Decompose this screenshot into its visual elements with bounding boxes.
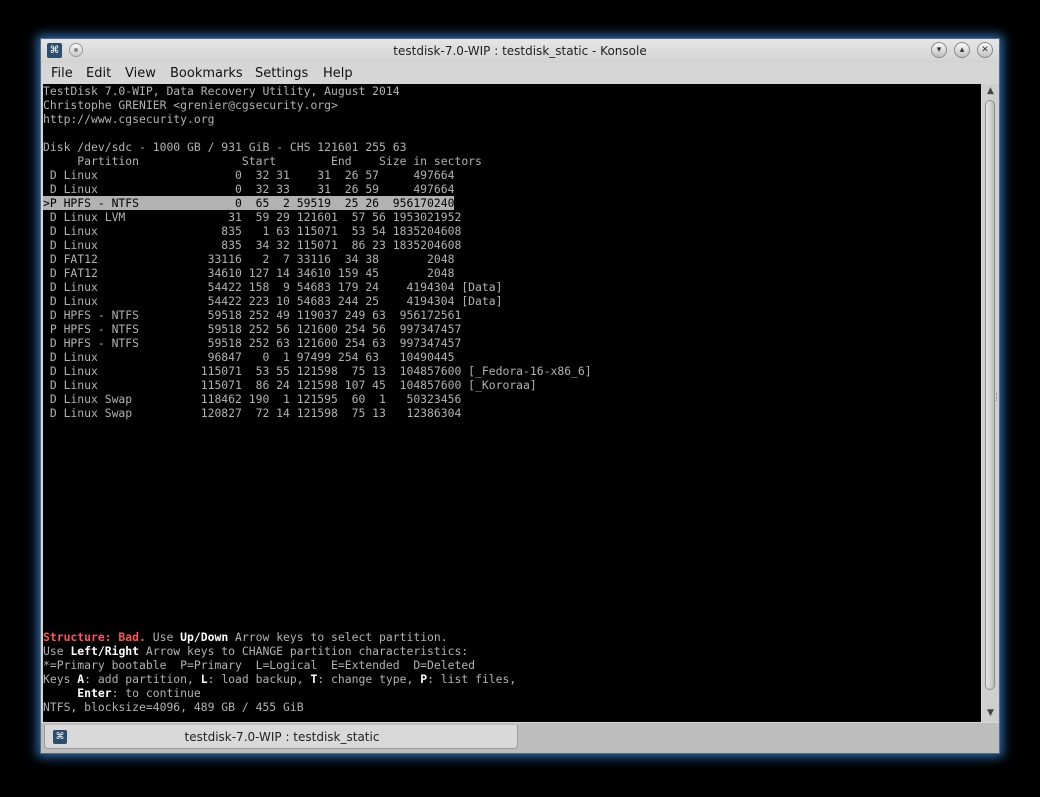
partition-row[interactable]: D Linux 0 32 31 31 26 57 497664 [43,168,455,182]
partition-row[interactable]: D Linux 96847 0 1 97499 254 63 10490445 [43,350,455,364]
footer-text: Arrow keys to select partition. [228,630,448,644]
scrollbar-thumb[interactable] [985,100,995,690]
partition-row[interactable]: D Linux 54422 158 9 54683 179 24 4194304… [43,280,503,294]
chevron-down-icon[interactable]: ▾ [931,42,947,58]
title-bar[interactable]: ⌘ testdisk-7.0-WIP : testdisk_static - K… [41,39,999,63]
menu-file[interactable]: File [51,63,73,84]
chevron-up-icon[interactable]: ▴ [954,42,970,58]
tab-label: testdisk-7.0-WIP : testdisk_static [184,730,380,744]
scroll-up-icon[interactable]: ▲ [983,84,998,98]
partition-row[interactable]: P HPFS - NTFS 59518 252 56 121600 254 56… [43,322,461,336]
partition-row[interactable]: D Linux 835 34 32 115071 86 23 183520460… [43,238,461,252]
window-title: testdisk-7.0-WIP : testdisk_static - Kon… [393,44,647,58]
terminal-view[interactable]: TestDisk 7.0-WIP, Data Recovery Utility,… [43,84,981,722]
key-hint: Up/Down [180,630,229,644]
footer-indent [43,686,77,700]
partition-row[interactable]: D Linux 0 32 33 31 26 59 497664 [43,182,455,196]
partition-row[interactable]: D Linux 115071 53 55 121598 75 13 104857… [43,364,592,378]
partition-row[interactable]: D Linux Swap 120827 72 14 121598 75 13 1… [43,406,461,420]
tab-session[interactable]: ⌘ testdisk-7.0-WIP : testdisk_static [44,725,518,749]
footer-change-line: Use Left/Right Arrow keys to CHANGE part… [43,644,468,658]
scroll-down-icon[interactable]: ▼ [983,706,998,720]
resize-grip[interactable] [996,393,1000,401]
header-line-author: Christophe GRENIER <grenier@cgsecurity.o… [43,98,338,112]
header-line-url: http://www.cgsecurity.org [43,112,215,126]
footer-text: : add partition, [84,672,201,686]
tab-bar: ⌘ testdisk-7.0-WIP : testdisk_static [41,723,999,753]
partition-row-selected[interactable]: >P HPFS - NTFS 0 65 2 59519 25 26 956170… [43,196,455,210]
footer-text: Use [43,644,71,658]
footer-structure-line: Structure: Bad. Use Up/Down Arrow keys t… [43,630,448,644]
key-hint: L [200,672,208,686]
menu-edit[interactable]: Edit [86,63,111,84]
footer-text: : change type, [317,672,421,686]
konsole-window: ⌘ testdisk-7.0-WIP : testdisk_static - K… [40,38,1000,754]
partition-row[interactable]: D HPFS - NTFS 59518 252 49 119037 249 63… [43,308,461,322]
menu-bar: File Edit View Bookmarks Settings Help [41,63,999,84]
footer-text: Keys [43,672,78,686]
header-line-title: TestDisk 7.0-WIP, Data Recovery Utility,… [43,84,400,98]
partition-row[interactable]: D Linux 835 1 63 115071 53 54 1835204608 [43,224,461,238]
partition-row[interactable]: D Linux 54422 223 10 54683 244 25 419430… [43,294,503,308]
column-header: Partition Start End Size in sectors [43,154,482,168]
footer-text: : to continue [111,686,201,700]
menu-bookmarks[interactable]: Bookmarks [170,63,243,84]
partition-row[interactable]: D Linux 115071 86 24 121598 107 45 10485… [43,378,537,392]
footer-keys-line: Keys A: add partition, L: load backup, T… [43,672,516,686]
key-hint: Enter [77,686,112,700]
vertical-scrollbar[interactable]: ▲ ▼ [982,84,999,722]
footer-legend-line: *=Primary bootable P=Primary L=Logical E… [43,658,476,672]
structure-status: Structure: Bad. [43,630,146,644]
footer-text: : list files, [427,672,517,686]
footer-text: : load backup, [207,672,311,686]
key-hint: Left/Right [70,644,140,658]
footer-enter-line: Enter: to continue [43,686,201,700]
partition-row[interactable]: D Linux LVM 31 59 29 121601 57 56 195302… [43,210,461,224]
partition-row[interactable]: D Linux Swap 118462 190 1 121595 60 1 50… [43,392,461,406]
partition-row[interactable]: D FAT12 34610 127 14 34610 159 45 2048 [43,266,455,280]
partition-row[interactable]: D HPFS - NTFS 59518 252 63 121600 254 63… [43,336,461,350]
footer-text: Arrow keys to CHANGE partition character… [139,644,469,658]
menu-help[interactable]: Help [323,63,353,84]
partition-row[interactable]: D FAT12 33116 2 7 33116 34 38 2048 [43,252,455,266]
footer-text: Use [145,630,181,644]
close-icon[interactable]: ✕ [977,42,993,58]
menu-view[interactable]: View [125,63,156,84]
menu-settings[interactable]: Settings [255,63,308,84]
footer-fs-info: NTFS, blocksize=4096, 489 GB / 455 GiB [43,700,304,714]
disk-info: Disk /dev/sdc - 1000 GB / 931 GiB - CHS … [43,140,407,154]
